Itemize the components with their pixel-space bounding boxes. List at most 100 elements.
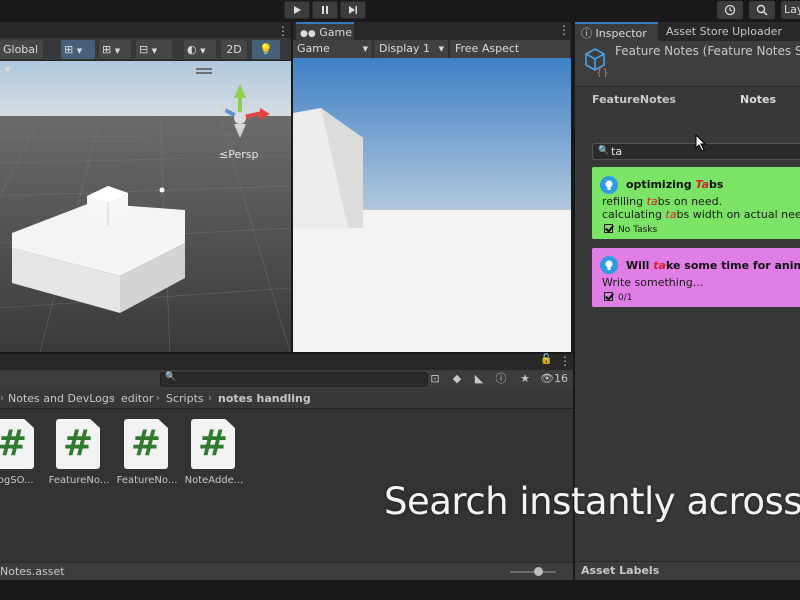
chevron-down-icon: ▼: [438, 45, 444, 53]
csharp-script-icon: #: [191, 419, 235, 469]
inspector-header: {} Feature Notes (Feature Notes SO): [575, 41, 800, 87]
script-file[interactable]: # NoteAdde...: [179, 419, 249, 499]
mouse-cursor-icon: [695, 134, 707, 152]
grid-snap-dropdown[interactable]: ⊞ ▼: [61, 40, 95, 59]
project-search-input[interactable]: 🔍: [160, 372, 428, 387]
project-toolbar: 🔍 ⊡ ◆ ◣ ⓘ ★ 👁16: [0, 370, 573, 389]
project-status-bar: Notes.asset: [0, 562, 573, 580]
breadcrumb-item[interactable]: Notes and DevLogs: [8, 389, 115, 408]
step-icon: [349, 6, 357, 14]
project-more-icon[interactable]: ⋮: [559, 354, 571, 368]
tab-game[interactable]: ●● Game: [296, 22, 354, 40]
search-by-type-icon[interactable]: ⊡: [426, 371, 444, 387]
search-button[interactable]: [749, 1, 775, 19]
lock-icon[interactable]: 🔓: [540, 354, 552, 365]
game-canvas: [293, 58, 571, 352]
favorite-star-icon[interactable]: ★: [516, 371, 534, 387]
breadcrumb-separator-icon: ›: [111, 393, 115, 404]
game-view[interactable]: [293, 58, 571, 352]
note-card[interactable]: Will take some time for animations Write…: [592, 248, 800, 307]
chevron-down-icon: ▼: [362, 45, 368, 53]
history-button[interactable]: [717, 1, 743, 19]
increment-snap-dropdown[interactable]: ⊞ ▼: [99, 40, 131, 59]
snap-grid-icon: ⊞: [102, 43, 112, 56]
main-toolbar: Lay: [0, 0, 800, 22]
note-tasks[interactable]: 0/1: [604, 292, 632, 303]
step-button[interactable]: [340, 1, 366, 19]
chevron-down-icon: ▼: [200, 47, 206, 55]
persp-label[interactable]: ≤Persp: [219, 148, 258, 161]
breadcrumb-separator-icon: ›: [156, 393, 160, 404]
search-value: ta: [611, 145, 623, 158]
game-view-dropdown[interactable]: Game ▼: [293, 40, 373, 58]
field-label: FeatureNotes: [592, 93, 676, 106]
lighting-toggle[interactable]: 💡: [252, 40, 280, 59]
chevron-down-icon: ▼: [76, 47, 83, 55]
selected-asset-path: Notes.asset: [0, 565, 65, 578]
slider-handle[interactable]: [534, 567, 543, 576]
display-dropdown[interactable]: Display 1 ▼: [375, 40, 449, 58]
note-title: Will take some time for animations: [626, 259, 800, 272]
scene-more-icon[interactable]: ⋮: [277, 24, 289, 38]
eye-icon: 👁: [540, 372, 554, 385]
ruler-icon: ⊟: [139, 43, 149, 56]
info-icon: ⓘ: [581, 27, 592, 40]
pause-button[interactable]: [312, 1, 338, 19]
grid-dropdown[interactable]: ⊟ ▼: [136, 40, 172, 59]
checkbox-icon: [604, 292, 613, 301]
pause-icon: [322, 6, 328, 14]
svg-text:{}: {}: [596, 68, 609, 77]
note-card[interactable]: optimizing Tabs refilling tabs on need. …: [592, 167, 800, 239]
csharp-script-icon: #: [56, 419, 100, 469]
note-body-line: refilling tabs on need.: [602, 195, 723, 208]
layout-dropdown[interactable]: Lay: [781, 1, 800, 19]
scene-canvas[interactable]: [0, 38, 291, 352]
chevron-down-icon: ▼: [114, 47, 121, 55]
grid-icon: ⊞: [64, 43, 74, 56]
breadcrumb-separator-icon: ›: [208, 393, 212, 404]
note-body-line: calculating tabs width on actual need.: [602, 208, 800, 221]
search-by-label-icon[interactable]: ◆: [448, 371, 466, 387]
editor-status-bar: [0, 580, 800, 600]
search-icon: [756, 4, 768, 16]
lightbulb-icon: [600, 256, 618, 274]
mode-2d-button[interactable]: 2D: [221, 40, 247, 59]
persp-chevron-icon: ≤: [219, 148, 229, 161]
checkbox-icon: [604, 224, 613, 233]
hidden-packages-count[interactable]: 👁16: [540, 371, 568, 387]
aspect-dropdown[interactable]: Free Aspect: [451, 40, 571, 58]
script-file[interactable]: # FeatureNo...: [44, 419, 114, 499]
lightbulb-icon: 💡: [259, 43, 273, 56]
scene-view[interactable]: ≤Persp: [0, 38, 291, 352]
csharp-script-icon: #: [124, 419, 168, 469]
shading-dropdown[interactable]: ◐ ▼: [184, 40, 216, 59]
script-file[interactable]: # LogSO...: [0, 419, 48, 499]
note-tasks[interactable]: No Tasks: [604, 224, 657, 235]
pivot-dropdown[interactable]: Global ▼: [0, 40, 43, 74]
scene-toolbar: Global ▼ ⊞ ▼ ⊞ ▼ ⊟ ▼ ◐ ▼ 2D 💡: [0, 38, 291, 74]
field-value: Notes: [740, 93, 777, 106]
game-more-icon[interactable]: ⋮: [558, 23, 570, 37]
tab-asset-store-uploader[interactable]: Asset Store Uploader: [660, 22, 782, 41]
breadcrumb-item[interactable]: Scripts: [166, 389, 204, 408]
breadcrumb-current[interactable]: notes handling: [218, 389, 311, 408]
icon-size-slider[interactable]: [510, 567, 556, 576]
script-field-row: FeatureNotes Notes: [575, 91, 800, 109]
game-toolbar: Game ▼ Display 1 ▼ Free Aspect: [293, 40, 571, 58]
gamepad-icon: ●●: [300, 29, 316, 39]
play-button[interactable]: [284, 1, 310, 19]
csharp-script-icon: #: [0, 419, 34, 469]
note-title: optimizing Tabs: [626, 178, 724, 191]
tab-inspector[interactable]: ⓘ Inspector: [575, 22, 658, 41]
search-icon: 🔍: [598, 146, 610, 156]
video-caption: Search instantly across n: [384, 480, 800, 523]
breadcrumb-separator-icon: ›: [0, 393, 4, 404]
tag-icon[interactable]: ◣: [470, 371, 488, 387]
script-file[interactable]: # FeatureNo...: [112, 419, 182, 499]
breadcrumb-item[interactable]: editor: [121, 389, 153, 408]
asset-labels-header[interactable]: Asset Labels: [575, 561, 800, 580]
info-icon[interactable]: ⓘ: [492, 371, 510, 387]
play-icon: [294, 6, 301, 14]
project-tab-strip: 🔓 ⋮: [0, 354, 573, 370]
breadcrumb: › Notes and DevLogs › editor › Scripts ›…: [0, 389, 573, 409]
